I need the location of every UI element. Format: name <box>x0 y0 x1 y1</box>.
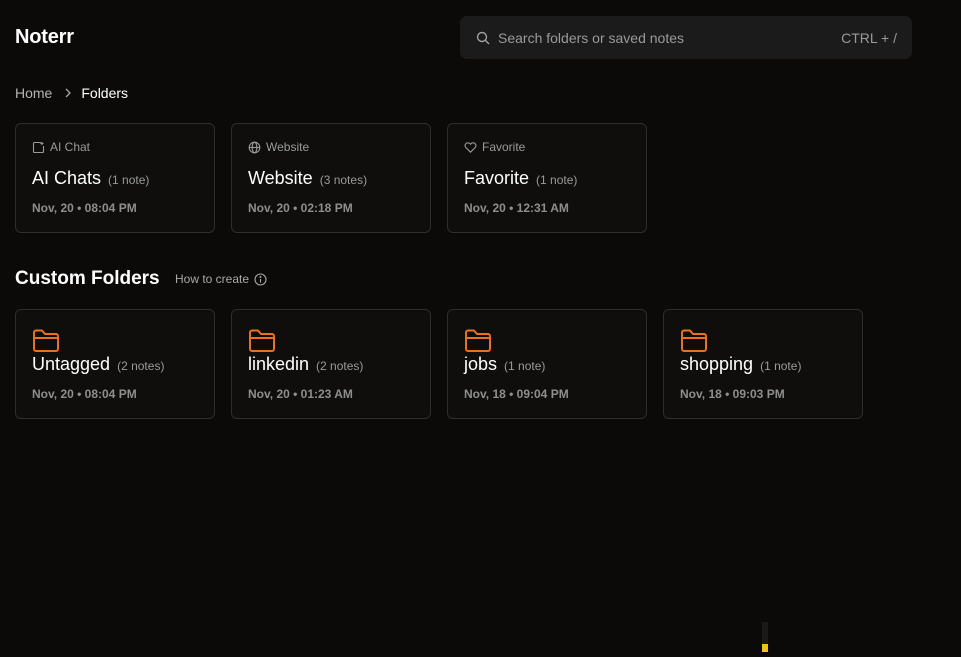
folder-date: Nov, 20 • 08:04 PM <box>32 201 137 215</box>
folder-note-count: (2 notes) <box>316 359 364 373</box>
folder-icon <box>32 328 60 354</box>
search-icon <box>476 31 490 45</box>
folder-note-count: (1 note) <box>504 359 546 373</box>
folder-kind-label: Website <box>266 140 310 154</box>
folder-kind: AI Chat <box>32 140 90 154</box>
folder-note-count: (1 note) <box>760 359 802 373</box>
folder-name-row: jobs (1 note) <box>464 354 545 375</box>
custom-folders-title: Custom Folders <box>15 268 160 289</box>
folder-card-ai-chats[interactable]: AI Chat AI Chats (1 note) Nov, 20 • 08:0… <box>15 123 215 233</box>
folder-name: jobs <box>464 354 498 374</box>
folder-card-shopping[interactable]: shopping (1 note) Nov, 18 • 09:03 PM <box>663 309 863 419</box>
chevron-right-icon <box>64 88 72 98</box>
search-input[interactable] <box>498 29 842 46</box>
folder-kind-label: AI Chat <box>50 140 91 154</box>
folder-name: linkedin <box>248 354 310 374</box>
folder-name: shopping <box>680 354 754 374</box>
folder-name-row: Favorite (1 note) <box>464 168 577 189</box>
how-to-create-label: How to create <box>175 272 250 286</box>
folder-date: Nov, 20 • 02:18 PM <box>248 201 353 215</box>
folder-date: Nov, 20 • 12:31 AM <box>464 201 569 215</box>
folder-name-row: AI Chats (1 note) <box>32 168 149 189</box>
folder-card-website[interactable]: Website Website (3 notes) Nov, 20 • 02:1… <box>231 123 431 233</box>
folder-icon <box>464 328 492 354</box>
folder-name: Website <box>248 168 313 188</box>
search-shortcut-hint: CTRL + / <box>841 29 897 46</box>
folder-kind: Website <box>248 140 309 154</box>
folder-card-linkedin[interactable]: linkedin (2 notes) Nov, 20 • 01:23 AM <box>231 309 431 419</box>
app-title: Noterr <box>15 26 74 48</box>
breadcrumb-home-link[interactable]: Home <box>15 85 52 101</box>
folder-kind-label: Favorite <box>482 140 526 154</box>
search-bar[interactable]: CTRL + / <box>460 16 912 59</box>
breadcrumb: Home Folders <box>15 85 128 101</box>
folder-icon <box>680 328 708 354</box>
folder-name-row: shopping (1 note) <box>680 354 801 375</box>
mouse-cursor-icon <box>760 622 770 652</box>
folder-name: Favorite <box>464 168 530 188</box>
folder-note-count: (3 notes) <box>319 173 368 187</box>
folder-date: Nov, 20 • 08:04 PM <box>32 387 137 401</box>
folder-card-jobs[interactable]: jobs (1 note) Nov, 18 • 09:04 PM <box>447 309 647 419</box>
folder-name-row: linkedin (2 notes) <box>248 354 363 375</box>
folder-date: Nov, 18 • 09:04 PM <box>464 387 569 401</box>
folder-note-count: (1 note) <box>108 173 150 187</box>
folder-name: AI Chats <box>32 168 102 188</box>
folder-date: Nov, 18 • 09:03 PM <box>680 387 785 401</box>
folder-date: Nov, 20 • 01:23 AM <box>248 387 353 401</box>
folder-name-row: Website (3 notes) <box>248 168 367 189</box>
how-to-create-link[interactable]: How to create <box>175 272 268 286</box>
folder-name: Untagged <box>32 354 111 374</box>
heart-icon <box>464 141 477 154</box>
folder-icon <box>248 328 276 354</box>
folder-card-favorite[interactable]: Favorite Favorite (1 note) Nov, 20 • 12:… <box>447 123 647 233</box>
folder-name-row: Untagged (2 notes) <box>32 354 164 375</box>
folder-note-count: (1 note) <box>536 173 578 187</box>
breadcrumb-current: Folders <box>81 85 129 101</box>
folder-card-untagged[interactable]: Untagged (2 notes) Nov, 20 • 08:04 PM <box>15 309 215 419</box>
globe-icon <box>248 141 261 154</box>
folder-kind: Favorite <box>464 140 525 154</box>
folder-note-count: (2 notes) <box>117 359 165 373</box>
chat-icon <box>32 141 45 154</box>
info-icon <box>254 272 268 286</box>
